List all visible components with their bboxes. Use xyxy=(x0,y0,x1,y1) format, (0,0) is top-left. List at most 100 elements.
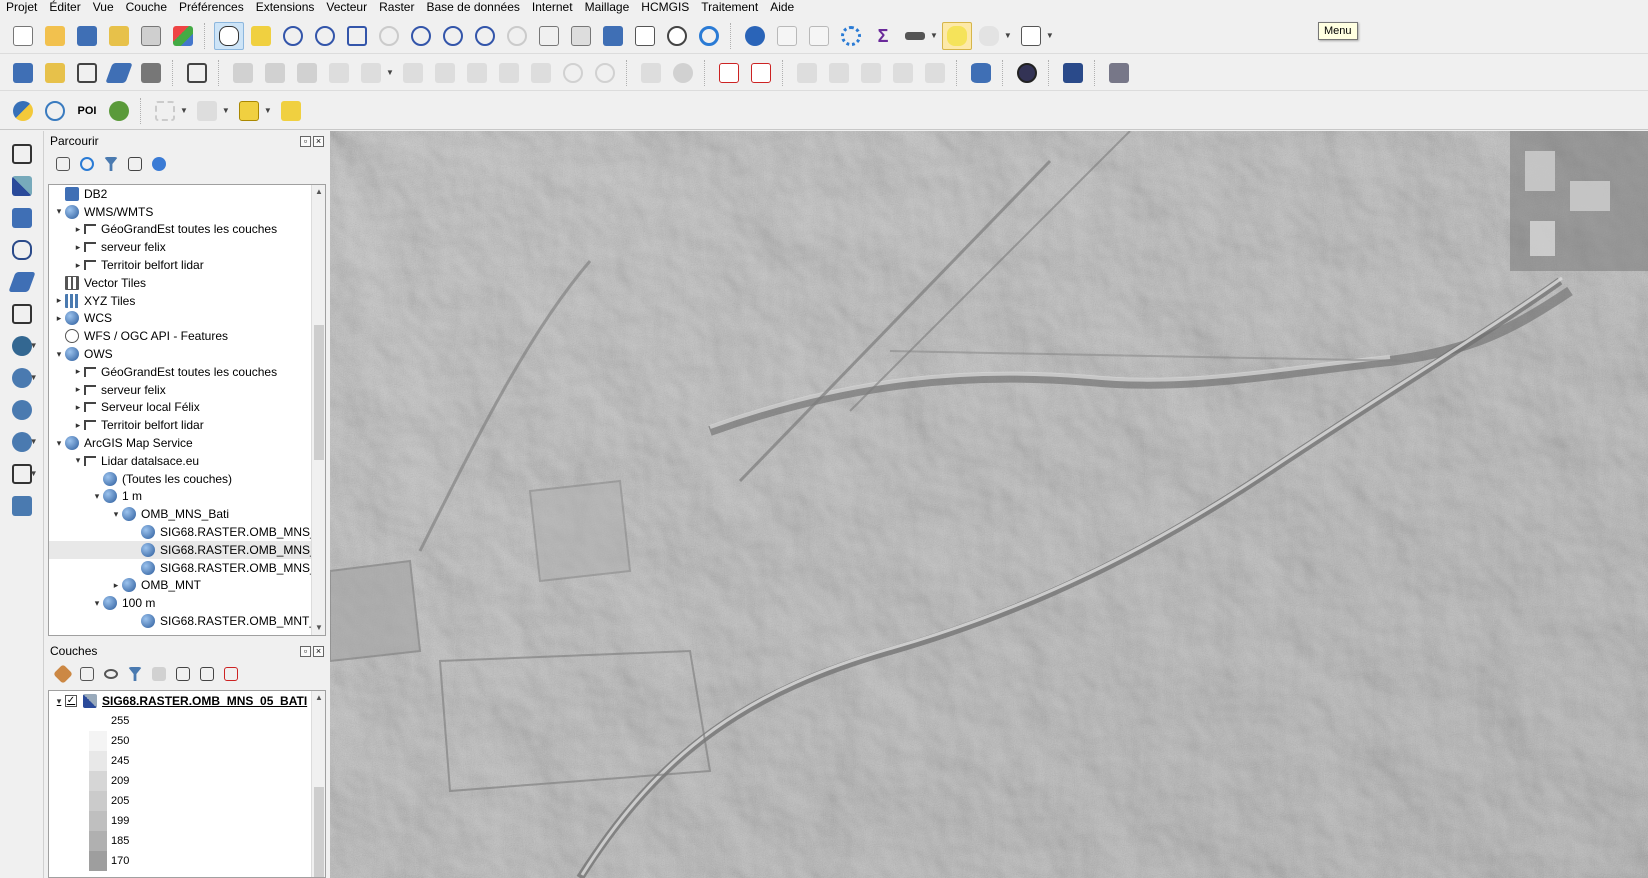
new-virtual-layer-button[interactable] xyxy=(136,59,166,87)
chevron-right-icon[interactable]: ▸ xyxy=(72,384,84,395)
add-wcs-button[interactable] xyxy=(6,395,38,425)
label-tool-4-button[interactable] xyxy=(888,59,918,87)
add-gps-button[interactable] xyxy=(6,267,38,297)
toggle-editing-button[interactable] xyxy=(228,59,258,87)
modify-attributes-button[interactable] xyxy=(398,59,428,87)
chevron-right-icon[interactable]: ▸ xyxy=(53,313,65,324)
browser-item[interactable]: ▸ serveur felix xyxy=(49,238,325,256)
label-red-button[interactable] xyxy=(714,59,744,87)
chevron-down-icon[interactable]: ▼ xyxy=(264,106,272,115)
chevron-down-icon[interactable]: ▾ xyxy=(53,206,65,217)
vertex-tool-button[interactable] xyxy=(356,59,386,87)
add-feature-button[interactable] xyxy=(324,59,354,87)
layer-visibility-checkbox[interactable]: ✓ xyxy=(65,695,77,707)
label-toolbar-button[interactable] xyxy=(636,59,666,87)
browser-item[interactable]: ▾ Lidar datalsace.eu xyxy=(49,452,325,470)
browser-scrollbar[interactable]: ▲ ▼ xyxy=(311,185,325,635)
chevron-right-icon[interactable]: ▸ xyxy=(72,420,84,431)
add-mesh-layer-button[interactable] xyxy=(6,203,38,233)
statistical-summary-button[interactable]: Σ xyxy=(868,22,898,50)
browser-item[interactable]: DB2 xyxy=(49,185,325,203)
chevron-down-icon[interactable]: ▾ xyxy=(53,349,65,360)
pan-to-selection-button[interactable] xyxy=(246,22,276,50)
browser-item[interactable]: ▸ Serveur local Félix xyxy=(49,399,325,417)
qgis-cloud-button[interactable] xyxy=(104,97,134,125)
menu-item[interactable]: Préférences xyxy=(173,0,250,14)
browser-item[interactable]: WFS / OGC API - Features xyxy=(49,327,325,345)
menu-item[interactable]: Projet xyxy=(0,0,43,14)
expand-all-button[interactable] xyxy=(174,665,192,683)
chevron-right-icon[interactable]: ▸ xyxy=(110,580,122,591)
scroll-up-icon[interactable]: ▲ xyxy=(312,691,325,705)
chevron-right-icon[interactable]: ▸ xyxy=(72,242,84,253)
chevron-down-icon[interactable]: ▾ xyxy=(53,696,65,707)
chevron-down-icon[interactable]: ▼ xyxy=(180,106,188,115)
menu-item[interactable]: Couche xyxy=(120,0,173,14)
deselect-button[interactable] xyxy=(234,97,264,125)
locate-plugin-button[interactable] xyxy=(40,97,70,125)
label-abc-button[interactable] xyxy=(746,59,776,87)
globe-plugin-button[interactable] xyxy=(1012,59,1042,87)
chevron-down-icon[interactable]: ▼ xyxy=(30,373,38,382)
add-wms-button[interactable]: ▼ xyxy=(6,363,38,393)
browser-item[interactable]: ▸ Territoir belfort lidar xyxy=(49,416,325,434)
browser-item[interactable]: SIG68.RASTER.OMB_MNT_CRS xyxy=(49,612,325,630)
chevron-right-icon[interactable]: ▸ xyxy=(72,402,84,413)
browser-item[interactable]: ▸ GéoGrandEst toutes les couches xyxy=(49,363,325,381)
menu-item[interactable]: Éditer xyxy=(43,0,86,14)
chevron-down-icon[interactable]: ▼ xyxy=(1004,31,1012,40)
poi-button[interactable]: POI xyxy=(72,97,102,125)
chevron-down-icon[interactable]: ▾ xyxy=(53,438,65,449)
browser-item[interactable]: Vector Tiles xyxy=(49,274,325,292)
show-bookmarks-button[interactable] xyxy=(630,22,660,50)
chevron-down-icon[interactable]: ▾ xyxy=(110,509,122,520)
browser-item[interactable]: ▾ 100 m xyxy=(49,594,325,612)
identify-features-button[interactable] xyxy=(740,22,770,50)
pan-map-button[interactable] xyxy=(214,21,244,50)
new-temp-layer-button[interactable] xyxy=(104,59,134,87)
add-delimited-text-button[interactable] xyxy=(6,235,38,265)
save-edits-button[interactable] xyxy=(292,59,322,87)
add-group-button[interactable] xyxy=(78,665,96,683)
help-button[interactable] xyxy=(1058,59,1088,87)
decorations-button[interactable] xyxy=(1016,22,1046,50)
add-wfs-button[interactable]: ▼ xyxy=(6,427,38,457)
chevron-down-icon[interactable]: ▼ xyxy=(386,68,394,77)
menu-item[interactable]: Internet xyxy=(526,0,579,14)
browser-item[interactable]: ▸ serveur felix xyxy=(49,381,325,399)
menu-item[interactable]: Traitement xyxy=(695,0,764,14)
delete-selected-button[interactable] xyxy=(430,59,460,87)
zoom-next-button[interactable] xyxy=(502,22,532,50)
zoom-out-button[interactable] xyxy=(310,22,340,50)
browser-item[interactable]: (Toutes les couches) xyxy=(49,470,325,488)
chevron-down-icon[interactable]: ▾ xyxy=(72,455,84,466)
text-annotation-button[interactable] xyxy=(974,22,1004,50)
scrollbar-thumb[interactable] xyxy=(314,787,324,877)
chevron-down-icon[interactable]: ▾ xyxy=(91,491,103,502)
chevron-right-icon[interactable]: ▸ xyxy=(72,366,84,377)
layer-row[interactable]: ▾ ✓ SIG68.RASTER.OMB_MNS_05_BATI xyxy=(49,691,325,711)
menu-item[interactable]: Extensions xyxy=(250,0,321,14)
save-project-button[interactable] xyxy=(72,22,102,50)
zoom-full-button[interactable] xyxy=(342,22,372,50)
menu-item[interactable]: Base de données xyxy=(420,0,525,14)
chevron-right-icon[interactable]: ▸ xyxy=(72,224,84,235)
map-tips-button[interactable] xyxy=(941,21,972,50)
chevron-down-icon[interactable]: ▼ xyxy=(30,437,38,446)
add-georef-button[interactable] xyxy=(6,491,38,521)
new-bookmark-button[interactable] xyxy=(598,22,628,50)
plugin-tool-button[interactable] xyxy=(1104,59,1134,87)
processing-toolbox-button[interactable] xyxy=(836,22,866,50)
remove-layer-button[interactable] xyxy=(222,665,240,683)
label-tool-3-button[interactable] xyxy=(856,59,886,87)
measure-button[interactable] xyxy=(900,22,930,50)
temporal-controller-button[interactable] xyxy=(662,22,692,50)
select-value-button[interactable] xyxy=(192,97,222,125)
browser-item[interactable]: ▸ GéoGrandEst toutes les couches xyxy=(49,221,325,239)
float-panel-icon[interactable]: ▫ xyxy=(300,135,311,147)
menu-item[interactable]: Vue xyxy=(87,0,120,14)
chevron-down-icon[interactable]: ▼ xyxy=(30,469,38,478)
python-console-button[interactable] xyxy=(8,97,38,125)
close-icon[interactable]: × xyxy=(313,645,324,657)
zoom-selection-button[interactable] xyxy=(374,22,404,50)
